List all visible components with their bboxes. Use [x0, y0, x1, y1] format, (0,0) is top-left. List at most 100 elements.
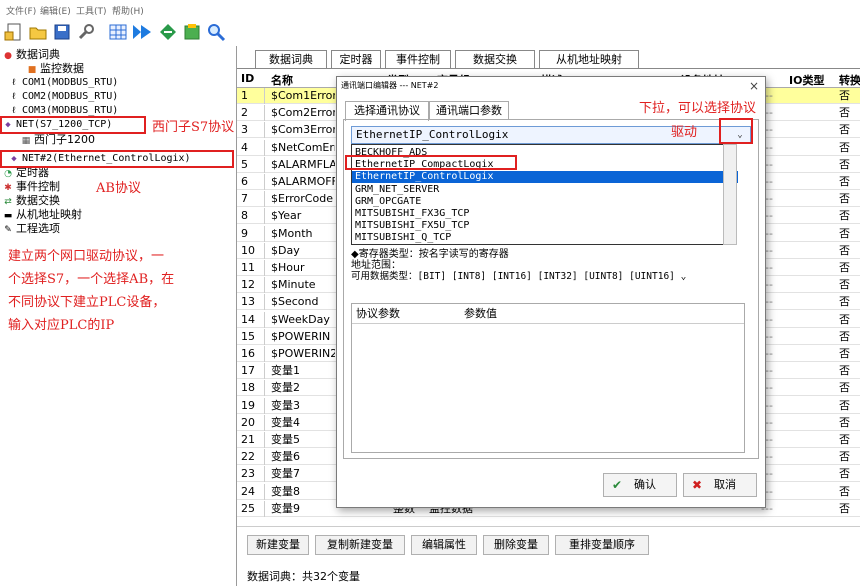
cell-id: 25 — [241, 500, 265, 517]
save-icon[interactable] — [50, 20, 74, 44]
dropdown-option[interactable]: EthernetIP_ControlLogix — [352, 171, 738, 184]
annotation-box-net2 — [0, 150, 234, 168]
cell-name: 变量2 — [271, 381, 300, 395]
close-icon[interactable]: × — [749, 79, 759, 93]
open-folder-icon[interactable] — [26, 20, 50, 44]
run-icon[interactable] — [130, 20, 154, 44]
dropdown-scrollbar[interactable] — [723, 144, 737, 245]
col-iotype[interactable]: IO类型 — [789, 72, 824, 88]
tab-event-control[interactable]: 事件控制 — [385, 50, 451, 68]
cell-id: 11 — [241, 260, 265, 276]
cell-yn: 否 — [839, 467, 850, 481]
dropdown-option[interactable]: GRM_NET_SERVER — [352, 184, 738, 196]
tree-item-timer[interactable]: ◔ 定时器 — [2, 166, 49, 180]
tree-item-data-dictionary[interactable]: ● 数据词典 — [2, 48, 60, 62]
cell-id: 6 — [241, 174, 265, 190]
annotation-siemens: 西门子S7协议 — [152, 120, 235, 135]
report-icon[interactable] — [180, 20, 204, 44]
tab-timer[interactable]: 定时器 — [331, 50, 381, 68]
wrench-icon[interactable] — [74, 20, 98, 44]
cell-id: 3 — [241, 122, 265, 139]
cell-name: $Month — [271, 226, 313, 240]
cell-id: 23 — [241, 466, 265, 483]
cell-id: 22 — [241, 449, 265, 466]
tree-item-address-map[interactable]: ▬ 从机地址映射 — [2, 208, 82, 222]
menu-tools[interactable]: 工具(T) — [76, 4, 107, 17]
dropdown-option[interactable]: MITSUBISHI_Q_TCP — [352, 232, 738, 244]
tab-address-map[interactable]: 从机地址映射 — [539, 50, 639, 68]
edit-properties-button[interactable]: 编辑属性 — [411, 535, 477, 555]
annotation-box-net1 — [0, 116, 146, 134]
menu-help[interactable]: 帮助(H) — [112, 4, 144, 17]
col-id[interactable]: ID — [241, 72, 254, 85]
new-file-icon[interactable] — [2, 20, 26, 44]
col-name[interactable]: 名称 — [271, 72, 293, 88]
cell-name: $Hour — [271, 261, 305, 274]
cell-name: $Second — [271, 295, 319, 309]
cell-name: $NetComError — [271, 140, 335, 154]
cell-yn: 否 — [839, 347, 850, 360]
tree-item-monitor-data[interactable]: ■ 监控数据 — [26, 62, 84, 76]
cell-yn: 否 — [839, 226, 850, 240]
cell-id: 5 — [241, 156, 265, 173]
tab-data-exchange[interactable]: 数据交换 — [455, 50, 535, 68]
cell-yn: 否 — [839, 450, 850, 464]
reorder-variables-button[interactable]: 重排变量顺序 — [555, 535, 649, 555]
cell-name: 变量4 — [271, 415, 300, 429]
cell-yn: 否 — [839, 381, 850, 395]
cell-yn: 否 — [839, 433, 850, 446]
tree-item-project-options[interactable]: ✎ 工程选项 — [2, 222, 60, 236]
cell-name: $Minute — [271, 278, 316, 292]
new-variable-button[interactable]: 新建变量 — [247, 535, 309, 555]
col-conv[interactable]: 转换 — [839, 72, 860, 88]
cell-name: $ALARMOFF — [271, 175, 335, 188]
plc-device-icon: ▦ — [21, 136, 31, 146]
tree-item-siemens-1200[interactable]: ▦ 西门子1200 — [20, 133, 95, 147]
project-tree: ● 数据词典 ■ 监控数据 ℓ COM1(MODBUS_RTU) ℓ COM2(MODB… — [0, 46, 236, 586]
cell-id: 16 — [241, 346, 265, 362]
dropdown-option[interactable]: MITSUBISHI_FX3G_TCP — [352, 208, 738, 220]
cell-id: 15 — [241, 328, 265, 345]
confirm-button[interactable]: ✔ 确认 — [603, 473, 677, 497]
cell-yn: 否 — [839, 484, 850, 498]
cell-yn: 否 — [839, 123, 850, 137]
dialog-title: 通讯端口编辑器 --- NET#2 — [341, 81, 439, 90]
cell-id: 21 — [241, 432, 265, 448]
tab-data-dictionary[interactable]: 数据词典 — [255, 50, 327, 68]
delete-variable-button[interactable]: 删除变量 — [483, 535, 549, 555]
cell-yn: 否 — [839, 157, 850, 171]
cell-yn: 否 — [839, 243, 850, 257]
network-icon[interactable] — [156, 20, 180, 44]
cancel-button[interactable]: ✖ 取消 — [683, 473, 757, 497]
cell-name: 变量6 — [271, 450, 300, 464]
tree-item-event-control[interactable]: ✱ 事件控制 — [2, 180, 60, 194]
cell-name: $ALARMFLAG — [271, 157, 335, 171]
register-type-info: ◆寄存器类型：按名字读写的寄存器 — [351, 249, 509, 260]
cell-id: 13 — [241, 294, 265, 311]
menu-edit[interactable]: 编辑(E) — [40, 4, 71, 17]
cell-name: $POWERIN2 — [271, 347, 335, 360]
timer-icon: ◔ — [4, 169, 12, 179]
grid-icon[interactable] — [106, 20, 130, 44]
dropdown-option[interactable]: GRM_OPCGATE — [352, 196, 738, 208]
dialog-tab-protocol[interactable]: 选择通讯协议 — [345, 101, 429, 121]
tree-item-com1[interactable]: ℓ COM1(MODBUS_RTU) — [8, 76, 118, 90]
cell-name: $Year — [271, 209, 302, 223]
monitor-data-icon: ■ — [27, 65, 37, 75]
copy-new-variable-button[interactable]: 复制新建变量 — [315, 535, 405, 555]
tree-item-data-exchange[interactable]: ⇄ 数据交换 — [2, 194, 60, 208]
dialog-tab-port-params[interactable]: 通讯端口参数 — [429, 101, 509, 120]
menu-file[interactable]: 文件(F) — [6, 4, 36, 17]
annotation-instructions: 建立两个网口驱动协议，一 个选择S7，一个选择AB，在 不同协议下建立PLC设备… — [8, 249, 175, 333]
cell-yn: 否 — [839, 192, 850, 206]
cell-id: 8 — [241, 208, 265, 225]
address-map-icon: ▬ — [3, 211, 13, 221]
annotation-box-selected-item — [345, 155, 517, 170]
dropdown-option[interactable]: MITSUBISHI_FX5U_TCP — [352, 220, 738, 232]
cell-yn: 否 — [839, 106, 850, 120]
search-icon[interactable] — [204, 20, 228, 44]
grid-button-bar: 新建变量 复制新建变量 编辑属性 删除变量 重排变量顺序 — [237, 526, 860, 562]
tree-item-com2[interactable]: ℓ COM2(MODBUS_RTU) — [8, 90, 118, 104]
cell-name: 变量8 — [271, 484, 300, 498]
cell-yn: 否 — [839, 501, 850, 515]
